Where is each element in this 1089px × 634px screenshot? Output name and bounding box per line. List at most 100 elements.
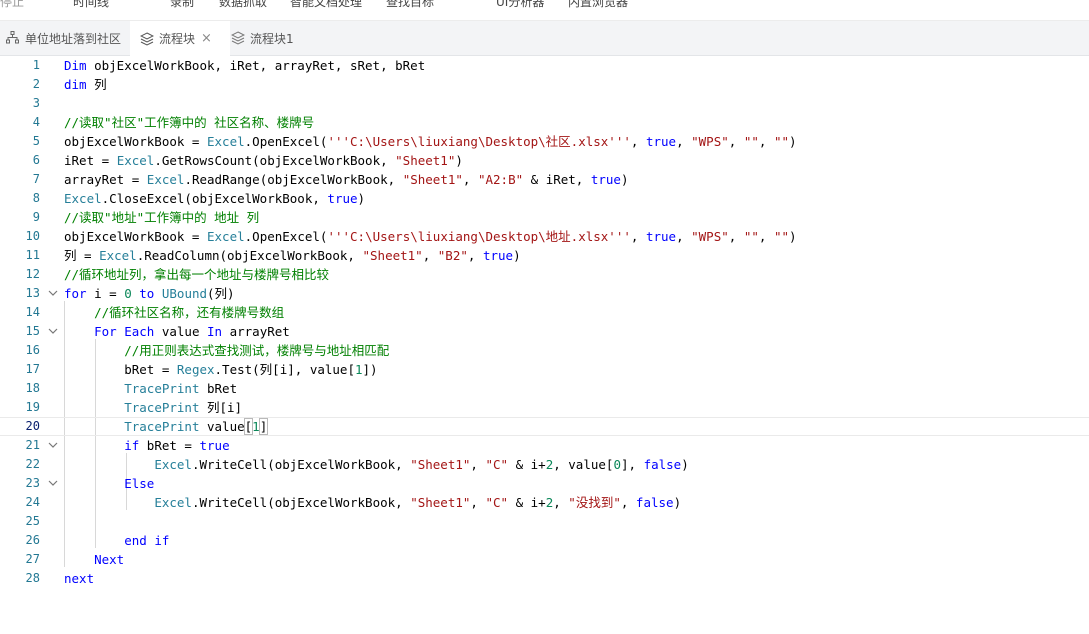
- line-number: 24: [25, 495, 40, 509]
- code-token: "C": [485, 495, 509, 510]
- code-token: "": [773, 134, 790, 149]
- code-token: bRet: [199, 381, 238, 396]
- tab-flow-block[interactable]: 流程块 ×: [130, 21, 230, 56]
- code-line[interactable]: 7 arrayRet = Excel.ReadRange(objExcelWork…: [0, 170, 1089, 189]
- code-line[interactable]: 14 //循环社区名称，还有楼牌号数组: [0, 303, 1089, 322]
- code-editor[interactable]: 1 Dim objExcelWorkBook, iRet, arrayRet, s…: [0, 54, 1089, 634]
- code-token: next: [64, 571, 95, 586]
- text-cursor: [267, 420, 269, 435]
- smart-doc-button[interactable]: 智能文档处理: [290, 0, 362, 10]
- code-token: In: [207, 324, 223, 339]
- tab-flow-block-1[interactable]: 流程块1: [221, 21, 315, 55]
- code-token: ,: [758, 134, 774, 149]
- code-token: Regex: [176, 362, 215, 377]
- close-icon[interactable]: ×: [201, 31, 212, 46]
- code-token: ,: [470, 495, 486, 510]
- line-number: 16: [25, 343, 40, 357]
- code-token: 列 =: [64, 248, 100, 263]
- line-number: 25: [25, 514, 40, 528]
- line-number: 4: [32, 115, 40, 129]
- code-token: for: [64, 286, 87, 301]
- stop-button[interactable]: 停止: [0, 0, 24, 10]
- code-line[interactable]: 19 TracePrint 列[i]: [0, 398, 1089, 417]
- code-token: Excel: [154, 457, 192, 472]
- fold-chevron-icon[interactable]: [47, 436, 59, 455]
- code-text: Next: [64, 550, 124, 569]
- line-number: 6: [32, 153, 40, 167]
- code-token: (列): [207, 286, 235, 301]
- code-line[interactable]: 18 TracePrint bRet: [0, 379, 1089, 398]
- code-line[interactable]: 12 //循环地址列，拿出每一个地址与楼牌号相比较: [0, 265, 1089, 284]
- ui-analyzer-button[interactable]: UI分析器: [496, 0, 544, 10]
- fold-chevron-icon[interactable]: [47, 474, 59, 493]
- code-line[interactable]: 1 Dim objExcelWorkBook, iRet, arrayRet, s…: [0, 56, 1089, 75]
- code-line[interactable]: 15 For Each value In arrayRet: [0, 322, 1089, 341]
- record-button[interactable]: 录制: [170, 0, 194, 10]
- code-line[interactable]: 24 Excel.WriteCell(objExcelWorkBook, "Sh…: [0, 493, 1089, 512]
- code-text: //用正则表达式查找测试，楼牌号与地址相匹配: [64, 341, 389, 360]
- fold-chevron-icon[interactable]: [47, 284, 59, 303]
- code-line[interactable]: 13 for i = 0 to UBound(列): [0, 284, 1089, 303]
- code-token: iRet =: [64, 153, 117, 168]
- code-line[interactable]: 20 TracePrint value[1]: [0, 417, 1089, 436]
- line-number: 27: [25, 552, 40, 566]
- code-line[interactable]: 9 //读取"地址"工作簿中的 地址 列: [0, 208, 1089, 227]
- code-token: .WriteCell(objExcelWorkBook,: [191, 495, 411, 510]
- code-line[interactable]: 21 if bRet = true: [0, 436, 1089, 455]
- code-line[interactable]: 8 Excel.CloseExcel(objExcelWorkBook, true…: [0, 189, 1089, 208]
- code-token: //循环社区名称，还有楼牌号数组: [94, 305, 285, 320]
- code-token: ): [620, 172, 629, 187]
- code-token: //用正则表达式查找测试，楼牌号与地址相匹配: [124, 343, 390, 358]
- code-token: ,: [630, 229, 646, 244]
- code-token: ]): [362, 362, 378, 377]
- code-line[interactable]: 26 end if: [0, 531, 1089, 550]
- code-line[interactable]: 22 Excel.WriteCell(objExcelWorkBook, "Sh…: [0, 455, 1089, 474]
- code-token: arrayRet =: [64, 172, 147, 187]
- builtin-browser-button[interactable]: 内置浏览器: [568, 0, 628, 10]
- code-token: "WPS": [691, 134, 729, 149]
- code-line[interactable]: 11 列 = Excel.ReadColumn(objExcelWorkBook,…: [0, 246, 1089, 265]
- code-text: iRet = Excel.GetRowsCount(objExcelWorkBo…: [64, 151, 463, 170]
- code-token: ): [513, 248, 521, 263]
- code-line[interactable]: 28 next: [0, 569, 1089, 588]
- code-line[interactable]: 5 objExcelWorkBook = Excel.OpenExcel('''C…: [0, 132, 1089, 151]
- code-token: objExcelWorkBook, iRet, arrayRet, sRet, …: [86, 58, 426, 73]
- code-token: objExcelWorkBook =: [64, 134, 207, 149]
- data-scrape-button[interactable]: 数据抓取: [219, 0, 267, 10]
- code-line[interactable]: 3: [0, 94, 1089, 113]
- flow-chart-icon: [6, 31, 20, 45]
- code-token: & i+: [508, 495, 546, 510]
- code-token: end if: [124, 533, 170, 548]
- code-token: "Sheet1": [402, 172, 463, 187]
- code-token: true: [645, 134, 677, 149]
- fold-chevron-icon[interactable]: [47, 322, 59, 341]
- code-token: TracePrint: [124, 419, 200, 434]
- code-token: Next: [94, 552, 125, 567]
- code-line[interactable]: 25: [0, 512, 1089, 531]
- line-number: 8: [32, 191, 40, 205]
- tab-main-flow[interactable]: 单位地址落到社区: [0, 21, 130, 55]
- code-line[interactable]: 17 bRet = Regex.Test(列[i], value[1]): [0, 360, 1089, 379]
- code-line[interactable]: 10 objExcelWorkBook = Excel.OpenExcel('''…: [0, 227, 1089, 246]
- code-line[interactable]: 6 iRet = Excel.GetRowsCount(objExcelWorkB…: [0, 151, 1089, 170]
- code-line[interactable]: 4 //读取"社区"工作簿中的 社区名称、楼牌号: [0, 113, 1089, 132]
- top-toolbar: 停止 时间线▼ 录制 数据抓取 智能文档处理 查找目标▼ UI分析器 内置浏览器: [0, 0, 1089, 12]
- code-token: "B2": [437, 248, 468, 263]
- tab-bar: 单位地址落到社区 流程块 × 流程块1: [0, 20, 1089, 56]
- line-number: 22: [25, 457, 40, 471]
- code-line[interactable]: 2 dim 列: [0, 75, 1089, 94]
- layers-icon: [231, 31, 245, 45]
- code-token: TracePrint: [124, 381, 200, 396]
- line-number: 26: [25, 533, 40, 547]
- code-token: UBound: [161, 286, 208, 301]
- code-line[interactable]: 16 //用正则表达式查找测试，楼牌号与地址相匹配: [0, 341, 1089, 360]
- code-line[interactable]: 23 Else: [0, 474, 1089, 493]
- code-line[interactable]: 27 Next: [0, 550, 1089, 569]
- line-number: 17: [25, 362, 40, 376]
- code-token: if: [124, 438, 140, 453]
